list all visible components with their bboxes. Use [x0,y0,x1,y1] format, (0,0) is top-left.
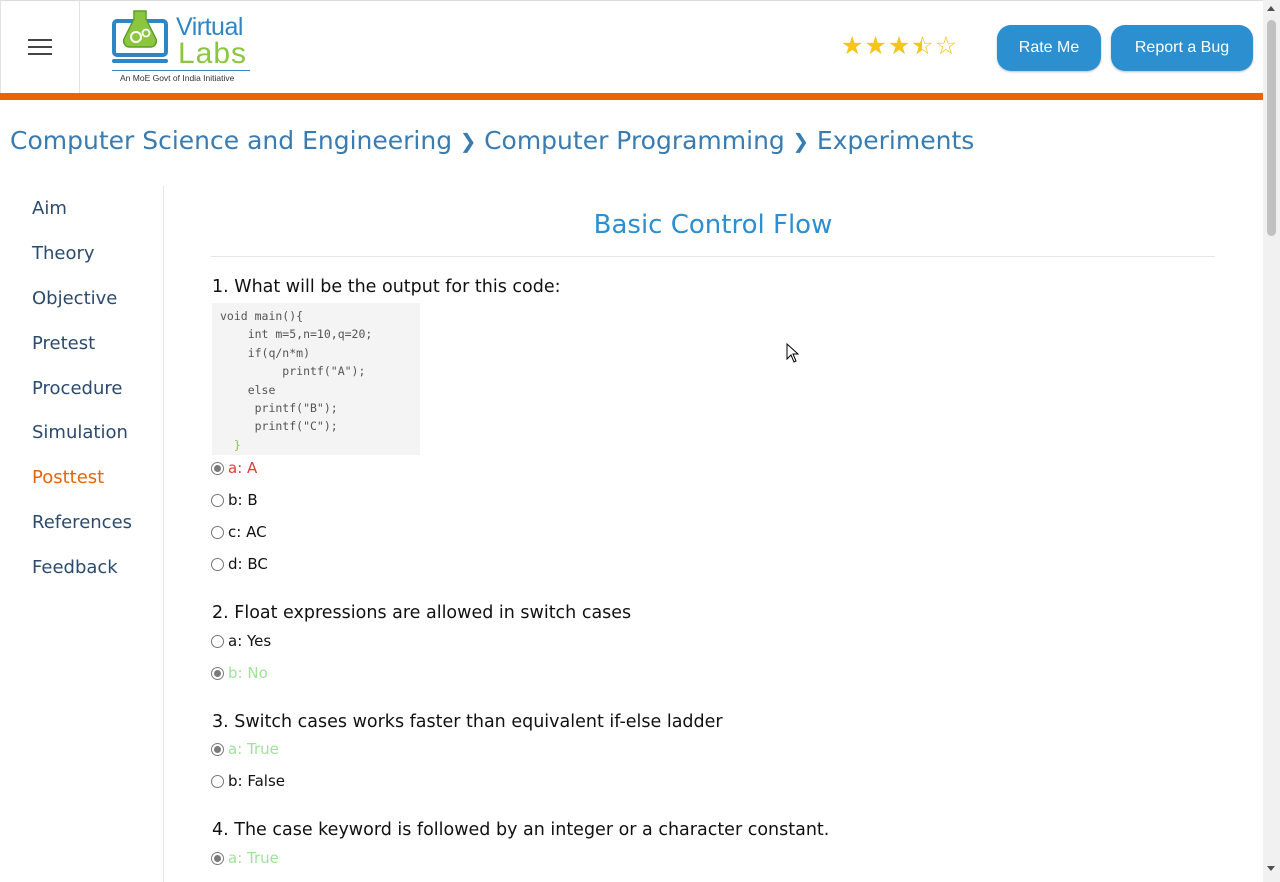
breadcrumb-discipline[interactable]: Computer Science and Engineering [10,126,452,155]
scrollbar-thumb[interactable] [1267,20,1276,236]
sidebar-item-objective[interactable]: Objective [32,288,117,309]
star-rating[interactable]: ★★★☆★☆ [841,32,957,60]
question-2-text: 2. Float expressions are allowed in swit… [212,603,632,623]
option-label: a: True [228,740,279,758]
sidebar-item-pretest[interactable]: Pretest [32,333,95,354]
star-full-icon[interactable]: ★ [888,32,910,60]
menu-button[interactable] [0,1,80,94]
scroll-up-arrow-icon[interactable] [1267,6,1275,11]
virtual-labs-logo[interactable]: Virtual Labs An MoE Govt of India Initia… [108,7,258,87]
code-line: else [247,382,276,397]
code-line: void main(){ [220,309,304,323]
code-text: void main(){ int m=5,n=10,q=20; if(q/n*m… [220,307,412,454]
code-line: printf("B"); [254,401,338,416]
option-label: b: False [228,772,285,790]
q1-option-b[interactable]: b: B [211,491,258,509]
code-line: printf("A"); [282,364,366,379]
radio-button[interactable] [211,666,224,680]
star-full-icon[interactable]: ★ [841,32,863,60]
q3-option-b[interactable]: b: False [211,772,285,790]
question-1-text: 1. What will be the output for this code… [212,277,561,297]
logo-text-labs: Labs [178,37,248,70]
radio-button[interactable] [211,851,224,865]
radio-button[interactable] [211,634,224,648]
code-line: if(q/n*m) [247,345,311,360]
option-label: c: AC [228,523,267,541]
option-label: a: A [228,459,258,477]
option-label: a: Yes [228,632,272,650]
site-header: Virtual Labs An MoE Govt of India Initia… [0,0,1263,94]
page-title: Basic Control Flow [593,210,833,240]
title-divider [211,256,1215,257]
q1-option-a[interactable]: a: A [211,459,257,477]
sidebar-item-feedback[interactable]: Feedback [32,557,118,578]
sidebar-item-references[interactable]: References [32,512,132,533]
q1-option-c[interactable]: c: AC [211,523,267,541]
code-line: } [220,437,241,452]
rate-me-button[interactable]: Rate Me [997,25,1101,71]
flask-monitor-icon [112,10,168,63]
scroll-down-arrow-icon[interactable] [1267,866,1275,871]
star-half-fill: ★ [911,32,922,60]
option-label: a: True [228,849,279,867]
code-line: int m=5,n=10,q=20; [247,327,373,342]
radio-button[interactable] [211,525,224,539]
q3-option-a[interactable]: a: True [211,740,279,758]
sidebar-nav: Aim Theory Objective Pretest Procedure S… [0,186,164,882]
mouse-pointer-icon [786,343,800,363]
sidebar-item-theory[interactable]: Theory [32,243,95,264]
q2-option-b[interactable]: b: No [211,664,268,682]
chevron-right-icon: ❯ [459,128,477,153]
star-full-icon[interactable]: ★ [864,32,886,60]
star-half-icon[interactable]: ☆★ [911,32,933,60]
sidebar-item-posttest[interactable]: Posttest [32,467,104,488]
question-3-text: 3. Switch cases works faster than equiva… [212,712,723,732]
report-bug-button[interactable]: Report a Bug [1111,25,1253,71]
header-accent-bar [0,93,1263,100]
sidebar-item-aim[interactable]: Aim [32,198,67,219]
breadcrumb: Computer Science and Engineering ❯ Compu… [10,126,974,155]
radio-button[interactable] [211,774,224,788]
sidebar-item-simulation[interactable]: Simulation [32,422,128,443]
radio-button[interactable] [211,557,224,571]
star-empty-icon[interactable]: ☆ [935,32,957,60]
logo-rule [112,70,250,71]
q4-option-a[interactable]: a: True [211,849,279,867]
page-scrollbar[interactable] [1263,0,1280,882]
option-label: b: No [228,664,268,682]
code-line: printf("C"); [254,419,338,434]
breadcrumb-experiments[interactable]: Experiments [817,126,974,155]
radio-button[interactable] [211,461,224,475]
sidebar-item-procedure[interactable]: Procedure [32,378,122,399]
radio-button[interactable] [211,493,224,507]
q1-option-d[interactable]: d: BC [211,555,268,573]
option-label: b: B [228,491,258,509]
q2-option-a[interactable]: a: Yes [211,632,271,650]
breadcrumb-lab[interactable]: Computer Programming [484,126,785,155]
code-snippet: void main(){ int m=5,n=10,q=20; if(q/n*m… [212,303,420,455]
hamburger-icon [28,34,52,60]
chevron-right-icon: ❯ [792,128,810,153]
logo-tagline: An MoE Govt of India Initiative [120,73,235,83]
question-4-text: 4. The case keyword is followed by an in… [212,820,830,840]
option-label: d: BC [228,555,268,573]
radio-button[interactable] [211,742,224,756]
